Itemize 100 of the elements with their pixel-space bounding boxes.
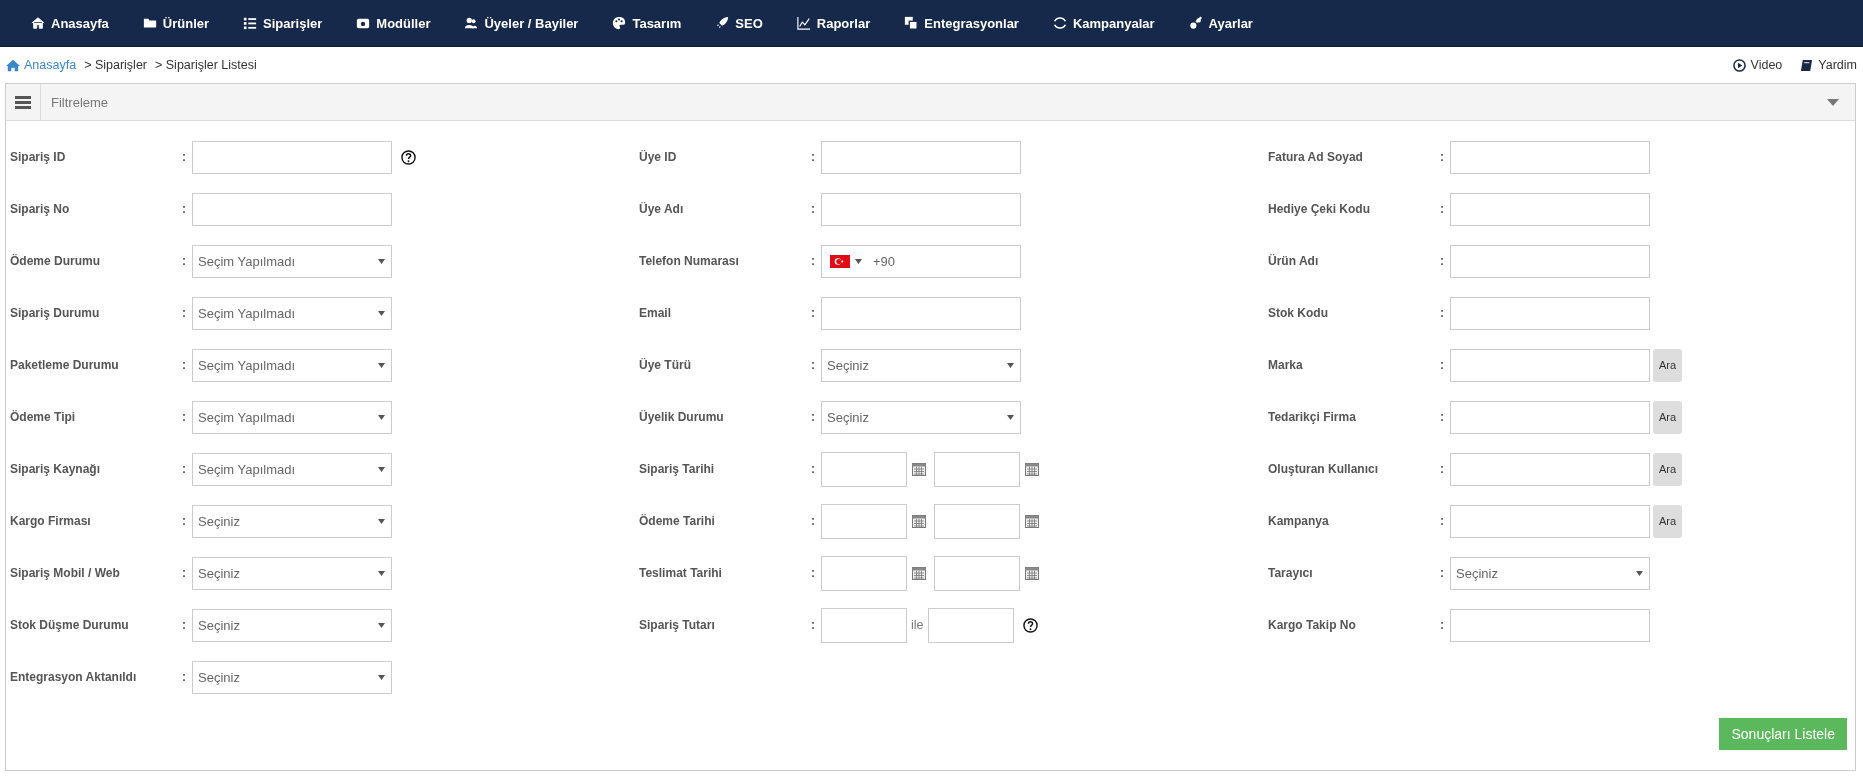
field-label: Üye ID bbox=[638, 150, 678, 164]
text-field[interactable] bbox=[1450, 296, 1650, 330]
field-label: Sipariş Tutarı bbox=[638, 618, 716, 632]
flag-icon[interactable] bbox=[830, 254, 850, 268]
select-field[interactable]: Seçim Yapılmadı bbox=[192, 348, 392, 382]
breadcrumb-text: > Siparişler bbox=[84, 58, 147, 72]
field-label: Sipariş Durumu bbox=[9, 306, 101, 320]
amount-field[interactable] bbox=[821, 607, 907, 643]
text-field[interactable] bbox=[1450, 608, 1650, 642]
text-field[interactable] bbox=[1450, 504, 1650, 538]
date-field[interactable] bbox=[934, 451, 1020, 487]
label-colon: : bbox=[182, 514, 187, 528]
label-colon: : bbox=[1440, 254, 1445, 268]
select-field[interactable]: Seçiniz bbox=[192, 504, 392, 538]
amount-field[interactable] bbox=[927, 607, 1014, 643]
caret-icon bbox=[378, 466, 385, 472]
text-field[interactable] bbox=[192, 192, 392, 226]
calendar-icon[interactable] bbox=[1025, 566, 1039, 580]
calendar-icon[interactable] bbox=[912, 514, 926, 528]
nav-item[interactable]: Siparişler bbox=[226, 0, 340, 46]
caret-icon bbox=[1636, 570, 1643, 576]
text-field[interactable] bbox=[821, 296, 1021, 330]
date-field[interactable] bbox=[821, 555, 907, 591]
label-colon: : bbox=[811, 254, 816, 268]
nav-item[interactable]: Tasarım bbox=[595, 0, 699, 46]
label-colon: : bbox=[182, 150, 187, 164]
rocket-icon bbox=[715, 16, 730, 30]
calendar-icon[interactable] bbox=[912, 566, 926, 580]
search-button[interactable]: Ara bbox=[1653, 452, 1683, 486]
nav-item[interactable]: Ayarlar bbox=[1171, 0, 1270, 46]
label-colon: : bbox=[1440, 462, 1445, 476]
nav-item[interactable]: Üyeler / Bayiler bbox=[447, 0, 596, 46]
field-label: Stok Düşme Durumu bbox=[9, 618, 130, 632]
help-link[interactable]: Yardim bbox=[1800, 58, 1857, 72]
text-field[interactable] bbox=[192, 140, 392, 174]
search-button[interactable]: Ara bbox=[1653, 348, 1683, 382]
label-colon: : bbox=[811, 462, 816, 476]
home-icon bbox=[31, 16, 45, 30]
help-link[interactable]: Video bbox=[1732, 58, 1783, 72]
label-colon: : bbox=[811, 410, 816, 424]
select-field[interactable]: Seçiniz bbox=[1450, 556, 1650, 590]
select-field[interactable]: Seçiniz bbox=[192, 556, 392, 590]
caret-icon bbox=[378, 310, 385, 316]
date-field[interactable] bbox=[821, 503, 907, 539]
nav-item[interactable]: Raporlar bbox=[779, 0, 888, 46]
nav-item[interactable]: Ürünler bbox=[125, 0, 227, 46]
field-label: Sipariş ID bbox=[9, 150, 67, 164]
calendar-icon[interactable] bbox=[1025, 514, 1039, 528]
date-field[interactable] bbox=[934, 555, 1020, 591]
select-field[interactable]: Seçiniz bbox=[192, 660, 392, 694]
search-button[interactable]: Ara bbox=[1653, 504, 1683, 538]
palette-icon bbox=[612, 16, 627, 30]
caret-icon bbox=[378, 570, 385, 576]
breadcrumb-text: > Siparişler Listesi bbox=[155, 58, 257, 72]
field-label: Ödeme Tarihi bbox=[638, 514, 716, 528]
text-field[interactable] bbox=[821, 192, 1021, 226]
select-field[interactable]: Seçim Yapılmadı bbox=[192, 452, 392, 486]
select-field[interactable]: Seçim Yapılmadı bbox=[192, 296, 392, 330]
field-label: Sipariş Mobil / Web bbox=[9, 566, 121, 580]
breadcrumb-link[interactable]: Anasayfa bbox=[6, 58, 77, 72]
text-field[interactable] bbox=[1450, 348, 1650, 382]
label-colon: : bbox=[811, 150, 816, 164]
select-field[interactable]: Seçiniz bbox=[192, 608, 392, 642]
label-colon: : bbox=[811, 306, 816, 320]
nav-item[interactable]: SEO bbox=[698, 0, 780, 46]
nav-item[interactable]: Modüller bbox=[339, 0, 448, 46]
caret-icon bbox=[378, 622, 385, 628]
select-field[interactable]: Seçim Yapılmadı bbox=[192, 400, 392, 434]
field-label: Üye Adı bbox=[638, 202, 685, 216]
search-button[interactable]: Ara bbox=[1653, 400, 1683, 434]
label-colon: : bbox=[811, 566, 816, 580]
date-field[interactable] bbox=[821, 451, 907, 487]
select-field[interactable]: Seçiniz bbox=[821, 348, 1021, 382]
nav-item[interactable]: Anasayfa bbox=[14, 0, 126, 46]
play-icon bbox=[1732, 58, 1746, 72]
field-label: Ödeme Durumu bbox=[9, 254, 101, 268]
field-label: Tarayıcı bbox=[1267, 566, 1314, 580]
select-field[interactable]: Seçiniz bbox=[821, 400, 1021, 434]
label-colon: : bbox=[182, 306, 187, 320]
calendar-icon[interactable] bbox=[1025, 462, 1039, 476]
text-field[interactable] bbox=[821, 140, 1021, 174]
date-field[interactable] bbox=[934, 503, 1020, 539]
help-icon[interactable] bbox=[401, 149, 416, 165]
text-field[interactable] bbox=[1450, 140, 1650, 174]
field-label: Ürün Adı bbox=[1267, 254, 1320, 268]
calendar-icon[interactable] bbox=[912, 462, 926, 476]
collapse-caret-icon[interactable] bbox=[1827, 98, 1839, 106]
text-field[interactable] bbox=[1450, 452, 1650, 486]
phone-field[interactable]: +90 bbox=[821, 244, 1021, 278]
nav-item[interactable]: Entegrasyonlar bbox=[887, 0, 1036, 46]
field-label: Tedarikçi Firma bbox=[1267, 410, 1357, 424]
field-label: Telefon Numarası bbox=[638, 254, 740, 268]
text-field[interactable] bbox=[1450, 192, 1650, 226]
select-field[interactable]: Seçim Yapılmadı bbox=[192, 244, 392, 278]
field-label: Sipariş No bbox=[9, 202, 71, 216]
label-colon: : bbox=[182, 462, 187, 476]
nav-item[interactable]: Kampanyalar bbox=[1035, 0, 1172, 46]
text-field[interactable] bbox=[1450, 244, 1650, 278]
help-icon[interactable] bbox=[1022, 617, 1038, 633]
text-field[interactable] bbox=[1450, 400, 1650, 434]
